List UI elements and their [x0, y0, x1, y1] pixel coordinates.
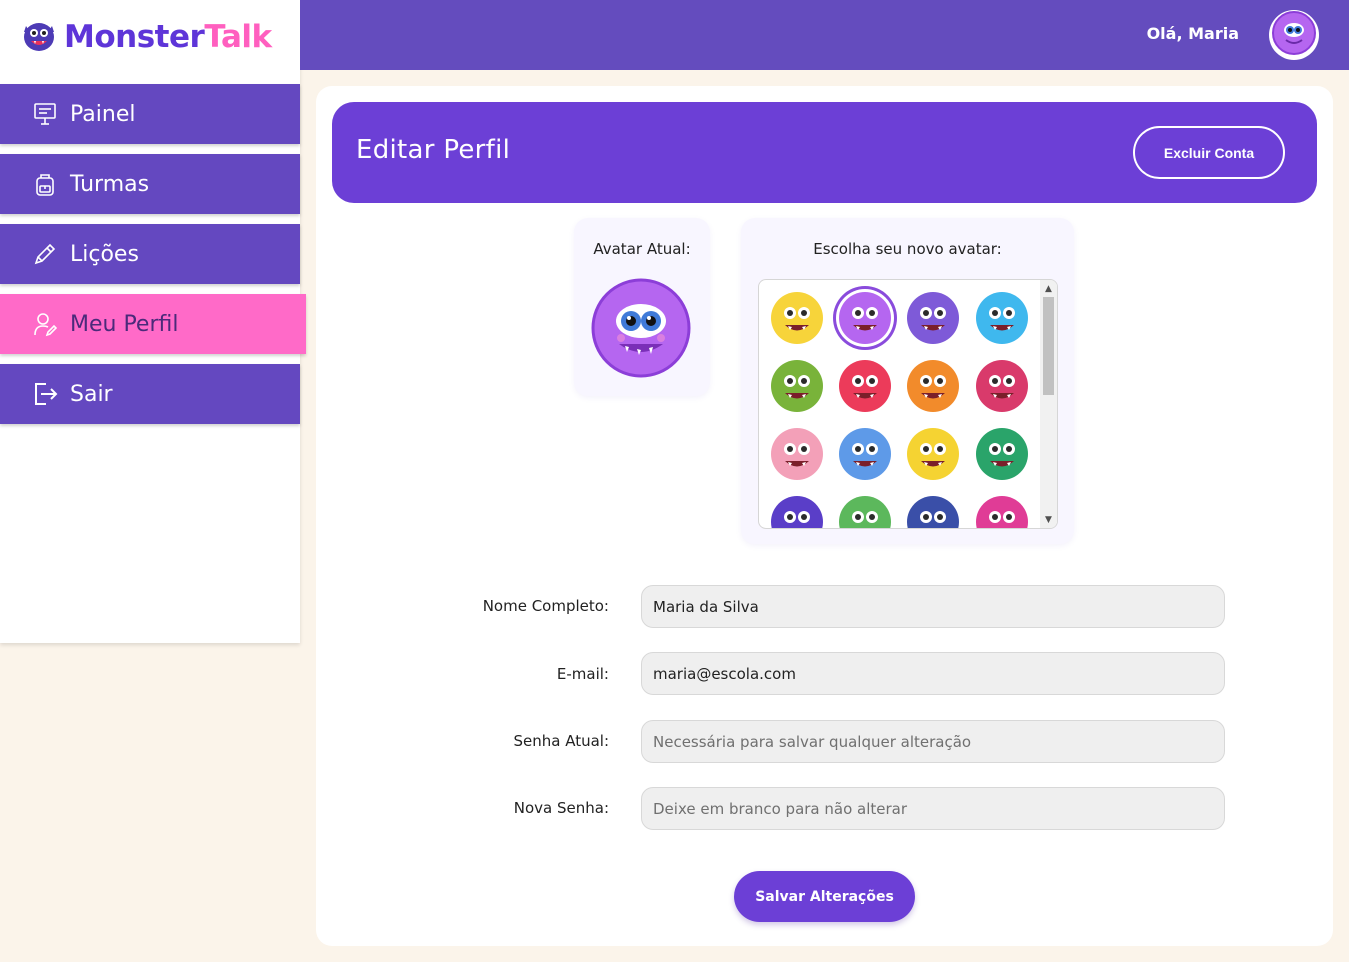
avatar-option-red-monster[interactable] — [836, 357, 894, 415]
user-avatar[interactable] — [1269, 10, 1319, 60]
monster-logo-icon — [20, 16, 58, 58]
sidebar-item-meu-perfil[interactable]: Meu Perfil — [0, 294, 306, 354]
brand-name-part1: Monster — [64, 19, 205, 55]
top-bar: Olá, Maria — [300, 0, 1349, 70]
email-input[interactable] — [641, 652, 1225, 695]
avatar-option-sky-monster[interactable] — [836, 425, 894, 483]
avatar-option-crying-yellow-monster[interactable] — [904, 425, 962, 483]
sidebar-item-sair[interactable]: Sair — [0, 364, 300, 424]
current-avatar-label: Avatar Atual: — [593, 240, 691, 258]
avatar-option-orange-monster[interactable] — [904, 357, 962, 415]
avatar-option-bat-monster[interactable] — [768, 493, 826, 528]
avatar-option-fuzzy-green-monster[interactable] — [836, 493, 894, 528]
avatar-option-tall-blue-monster[interactable] — [904, 493, 962, 528]
avatar-option-magenta-monster[interactable] — [973, 357, 1031, 415]
email-label: E-mail: — [556, 665, 609, 683]
full-name-input[interactable] — [641, 585, 1225, 628]
avatar-option-yellow-monster[interactable] — [768, 289, 826, 347]
avatar-option-teal-monster[interactable] — [973, 425, 1031, 483]
current-password-label: Senha Atual: — [513, 732, 609, 750]
sidebar-item-label: Sair — [70, 381, 113, 407]
avatar-option-pink-monster[interactable] — [768, 425, 826, 483]
user-edit-icon — [30, 309, 60, 339]
sidebar-item-painel[interactable]: Painel — [0, 84, 300, 144]
current-avatar-panel: Avatar Atual: — [574, 218, 710, 396]
name-label: Nome Completo: — [482, 597, 609, 615]
sidebar-item-label: Painel — [70, 101, 136, 127]
avatar-option-spiky-pink-monster[interactable] — [973, 493, 1031, 528]
avatar-grid-scrollbar[interactable]: ▲ ▼ — [1040, 280, 1057, 528]
new-password-input[interactable] — [641, 787, 1225, 830]
avatar-option-purple-monster[interactable] — [836, 289, 894, 347]
delete-account-button[interactable]: Excluir Conta — [1133, 126, 1285, 179]
avatar-chooser-panel: Escolha seu novo avatar: ▲ ▼ — [741, 218, 1074, 544]
logo[interactable]: MonsterTalk — [0, 0, 300, 74]
presentation-board-icon — [30, 99, 60, 129]
page-title: Editar Perfil — [356, 135, 511, 165]
scroll-up-arrow-icon[interactable]: ▲ — [1040, 280, 1057, 297]
brand-name-part2: Talk — [204, 19, 272, 55]
logout-icon — [30, 379, 60, 409]
sidebar-item-label: Lições — [70, 241, 139, 267]
sidebar-item-licoes[interactable]: Lições — [0, 224, 300, 284]
purple-monster-avatar-icon — [1271, 10, 1317, 60]
profile-card: Editar Perfil Excluir Conta Avatar Atual… — [316, 86, 1333, 946]
new-password-label: Nova Senha: — [513, 799, 609, 817]
scroll-down-arrow-icon[interactable]: ▼ — [1040, 511, 1057, 528]
user-greeting: Olá, Maria — [1146, 24, 1239, 43]
current-avatar-image — [591, 278, 691, 378]
sidebar-item-label: Turmas — [70, 171, 150, 197]
scroll-thumb[interactable] — [1043, 297, 1054, 395]
avatar-option-green-monster[interactable] — [768, 357, 826, 415]
current-password-input[interactable] — [641, 720, 1225, 763]
avatar-grid[interactable]: ▲ ▼ — [758, 279, 1058, 529]
sidebar-item-turmas[interactable]: Turmas — [0, 154, 300, 214]
save-changes-button[interactable]: Salvar Alterações — [734, 871, 915, 922]
page-banner: Editar Perfil Excluir Conta — [332, 102, 1317, 203]
pencil-icon — [30, 239, 60, 269]
sidebar: MonsterTalk Painel Turmas Lições Meu Per… — [0, 0, 306, 643]
sidebar-item-label: Meu Perfil — [70, 311, 179, 337]
avatar-option-blue-monster[interactable] — [973, 289, 1031, 347]
choose-avatar-label: Escolha seu novo avatar: — [813, 240, 1002, 258]
backpack-icon — [30, 169, 60, 199]
avatar-option-violet-cyclops[interactable] — [904, 289, 962, 347]
